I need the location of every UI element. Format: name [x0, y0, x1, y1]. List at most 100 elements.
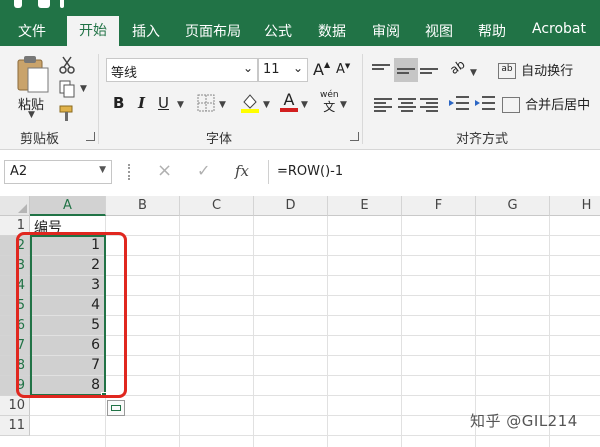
- copy-dropdown-icon[interactable]: ▼: [80, 84, 87, 94]
- wrap-text-button[interactable]: ab 自动换行: [498, 60, 573, 79]
- name-box[interactable]: A2 ▼: [4, 160, 112, 184]
- tab-file[interactable]: 文件: [18, 21, 46, 41]
- align-top-icon[interactable]: [372, 62, 390, 78]
- underline-dropdown-icon[interactable]: ▼: [177, 100, 184, 110]
- align-middle-icon: [397, 62, 415, 78]
- row-header-1[interactable]: 1: [0, 216, 30, 236]
- merge-center-icon: [502, 96, 520, 113]
- row-header-3[interactable]: 3: [0, 256, 30, 276]
- cell-a2[interactable]: 1: [32, 236, 104, 255]
- cell-a7[interactable]: 6: [32, 336, 104, 355]
- tab-help[interactable]: 帮助: [478, 21, 506, 41]
- align-center-icon[interactable]: [398, 96, 416, 112]
- column-header-f[interactable]: F: [402, 196, 476, 216]
- align-bottom-icon[interactable]: [420, 62, 438, 78]
- shrink-font-button[interactable]: A▼: [336, 62, 350, 77]
- increase-indent-icon[interactable]: [474, 94, 496, 116]
- font-name-value: 等线: [111, 66, 138, 81]
- scissors-icon[interactable]: [58, 56, 76, 78]
- wrap-text-icon: ab: [498, 62, 516, 79]
- orientation-dropdown-icon[interactable]: ▼: [470, 68, 477, 78]
- paste-icon[interactable]: [14, 54, 52, 93]
- worksheet-grid[interactable]: ABCDEFGH 1 2 3 4 5 6 7 8 9 10 11 编号 1 2 3 4 5 6 7 8 知乎 @GI…: [0, 196, 600, 447]
- tab-view[interactable]: 视图: [425, 21, 453, 41]
- gridline: [30, 315, 600, 316]
- font-size-select[interactable]: 11 ⌄: [258, 58, 308, 82]
- phonetic-character: 文: [323, 100, 336, 114]
- phonetic-dropdown-icon[interactable]: ▼: [340, 100, 347, 110]
- column-header-h[interactable]: H: [550, 196, 600, 216]
- font-color-dropdown-icon[interactable]: ▼: [301, 100, 308, 110]
- font-launcher-icon[interactable]: [350, 132, 359, 141]
- decrease-indent-icon[interactable]: [448, 94, 470, 116]
- formula-input[interactable]: =ROW()-1: [268, 160, 600, 184]
- name-box-dropdown-icon[interactable]: ▼: [99, 165, 106, 175]
- cell-a4[interactable]: 3: [32, 276, 104, 295]
- column-header-c[interactable]: C: [180, 196, 254, 216]
- row-header-8[interactable]: 8: [0, 356, 30, 376]
- paste-dropdown-icon[interactable]: ▼: [28, 110, 35, 120]
- column-header-a[interactable]: A: [30, 196, 106, 216]
- tab-review[interactable]: 审阅: [372, 21, 400, 41]
- bold-button[interactable]: B: [113, 94, 124, 112]
- clipboard-launcher-icon[interactable]: [86, 132, 95, 141]
- column-header-b[interactable]: B: [106, 196, 180, 216]
- align-middle-button[interactable]: [394, 58, 418, 82]
- tab-formulas[interactable]: 公式: [264, 21, 292, 41]
- tab-acrobat[interactable]: Acrobat: [532, 21, 586, 37]
- cell-a1[interactable]: 编号: [30, 216, 106, 236]
- orientation-icon[interactable]: ab: [447, 57, 467, 77]
- underline-button[interactable]: U: [158, 94, 169, 112]
- row-header-7[interactable]: 7: [0, 336, 30, 356]
- gridline: [30, 435, 600, 436]
- column-header-g[interactable]: G: [476, 196, 550, 216]
- gridline: [30, 355, 600, 356]
- row-header-5[interactable]: 5: [0, 296, 30, 316]
- borders-dropdown-icon[interactable]: ▼: [219, 100, 226, 110]
- quick-analysis-icon[interactable]: [107, 400, 125, 416]
- align-left-icon[interactable]: [374, 96, 392, 112]
- row-header-4[interactable]: 4: [0, 276, 30, 296]
- merge-center-button[interactable]: 合并后居中: [502, 94, 590, 113]
- cell-a8[interactable]: 7: [32, 356, 104, 375]
- tab-insert[interactable]: 插入: [132, 21, 160, 41]
- gridline: [30, 375, 600, 376]
- cell-a3[interactable]: 2: [32, 256, 104, 275]
- row-header-6[interactable]: 6: [0, 316, 30, 336]
- borders-icon[interactable]: [197, 94, 215, 116]
- select-all-button[interactable]: [0, 196, 30, 216]
- row-header-10[interactable]: 10: [0, 396, 30, 416]
- cell-a5[interactable]: 4: [32, 296, 104, 315]
- font-size-value: 11: [263, 62, 280, 77]
- fill-color-icon[interactable]: [240, 92, 260, 118]
- font-name-select[interactable]: 等线 ⌄: [106, 58, 258, 82]
- chevron-down-icon: ⌄: [292, 61, 303, 75]
- cell-a9[interactable]: 8: [32, 376, 104, 395]
- italic-button[interactable]: I: [138, 94, 145, 112]
- tab-data[interactable]: 数据: [318, 21, 346, 41]
- row-header-9[interactable]: 9: [0, 376, 30, 396]
- phonetic-guide-button[interactable]: wén 文: [320, 90, 339, 115]
- format-painter-icon[interactable]: [58, 104, 76, 126]
- font-color-button[interactable]: A: [280, 90, 298, 112]
- column-header-e[interactable]: E: [328, 196, 402, 216]
- row-header-11[interactable]: 11: [0, 416, 30, 436]
- row-header-2[interactable]: 2: [0, 236, 30, 256]
- cell-a6[interactable]: 5: [32, 316, 104, 335]
- chevron-down-icon: ⌄: [242, 61, 253, 75]
- tab-page-layout[interactable]: 页面布局: [185, 21, 241, 41]
- fill-color-dropdown-icon[interactable]: ▼: [263, 100, 270, 110]
- enter-icon[interactable]: ✓: [197, 161, 210, 180]
- insert-function-icon[interactable]: fx: [235, 162, 249, 180]
- column-header-d[interactable]: D: [254, 196, 328, 216]
- ribbon-home: 粘贴 ▼ ▼ 剪贴板 等线 ⌄ 11 ⌄ A▲ A▼ B I U ▼ ▼ ▼ A…: [0, 46, 600, 150]
- gridline: [401, 216, 402, 447]
- formula-bar-grip[interactable]: [128, 164, 131, 180]
- merge-center-label: 合并后居中: [525, 98, 591, 113]
- copy-icon[interactable]: [58, 80, 76, 102]
- tab-home[interactable]: 开始: [67, 16, 119, 46]
- align-right-icon[interactable]: [420, 96, 438, 112]
- grow-font-button[interactable]: A▲: [313, 60, 330, 79]
- fill-handle[interactable]: [101, 392, 107, 398]
- cancel-icon[interactable]: ×: [157, 160, 172, 181]
